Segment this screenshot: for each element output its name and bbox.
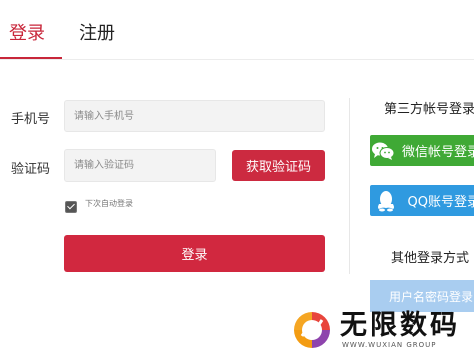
active-tab-indicator [0,57,62,59]
other-login-title: 其他登录方式 [391,251,470,266]
watermark-logo: 无限数码 WWW.WUXIAN GROUP [288,306,460,354]
login-button[interactable]: 登录 [64,235,325,272]
qq-login-button[interactable]: QQ账号登录 [370,185,474,216]
remember-me: 下次自动登录 [65,198,133,213]
qq-penguin-icon [370,190,403,212]
watermark-title: 无限数码 [340,310,460,341]
tab-bar: 登录 注册 [0,0,474,60]
wechat-login-button[interactable]: 微信帐号登录 [370,135,474,166]
tab-login[interactable]: 登录 [9,19,45,45]
wechat-login-label: 微信帐号登录 [401,145,474,160]
remember-label: 下次自动登录 [85,199,133,208]
verification-code-input[interactable] [64,149,216,182]
vertical-divider [349,98,350,274]
third-party-title: 第三方帐号登录 [384,102,474,117]
tab-register[interactable]: 注册 [79,19,115,45]
watermark-logo-icon [294,312,330,348]
phone-input[interactable] [64,100,325,132]
qq-login-label: QQ账号登录 [407,195,474,210]
watermark-subtitle: WWW.WUXIAN GROUP [342,341,437,349]
remember-checkbox[interactable] [65,201,77,213]
code-label: 验证码 [11,162,51,177]
get-code-button[interactable]: 获取验证码 [232,150,325,181]
wechat-icon [370,141,397,161]
phone-label: 手机号 [11,112,51,127]
